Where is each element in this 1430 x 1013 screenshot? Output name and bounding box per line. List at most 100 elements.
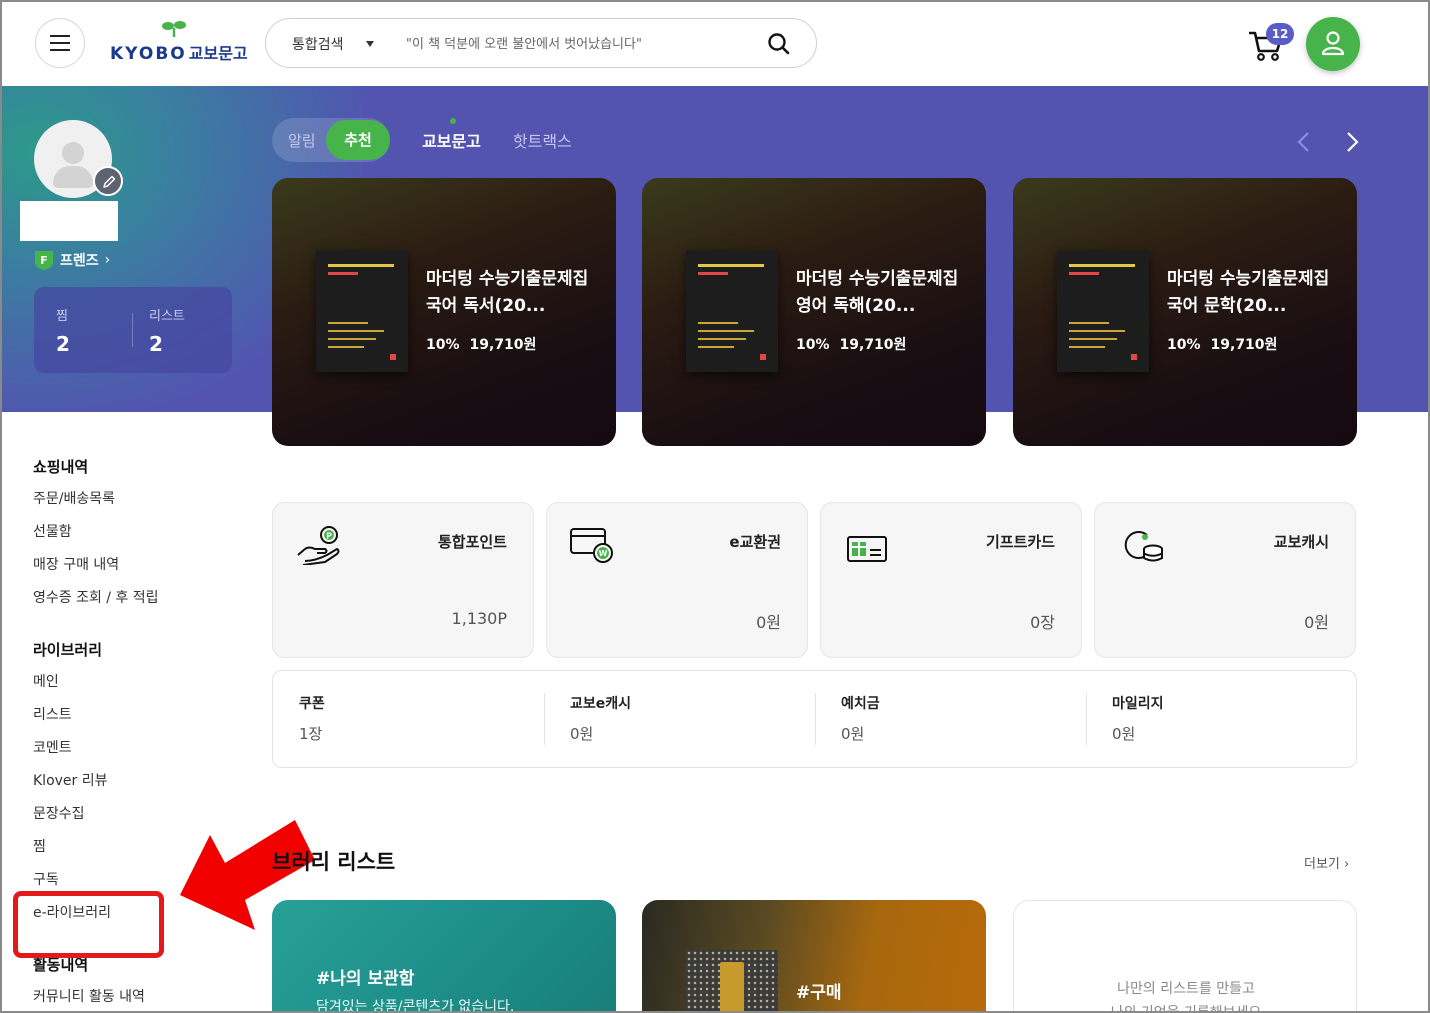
balance-coupon[interactable]: 쿠폰 1장	[299, 693, 325, 744]
asset-card-kyobo-cash[interactable]: 교보캐시 0원	[1094, 502, 1356, 658]
library-card-purchase[interactable]: #구매	[642, 900, 986, 1013]
tab-kyobo[interactable]: 교보문고	[422, 118, 481, 152]
asset-title: 교보캐시	[1273, 533, 1329, 551]
stat-label: 찜	[56, 309, 68, 324]
balance-title: 교보e캐시	[570, 696, 632, 712]
logo-text-ko: 교보문고	[188, 44, 248, 63]
sidebar-item-list[interactable]: 리스트	[33, 704, 233, 737]
book-title: 마더텅 수능기출문제집 국어 문학(20...	[1167, 269, 1330, 316]
balance-deposit[interactable]: 예치금 0원	[841, 693, 880, 744]
balance-mileage[interactable]: 마일리지 0원	[1112, 693, 1164, 744]
chevron-right-icon[interactable]	[1342, 130, 1362, 154]
search-category-select[interactable]: 통합검색	[292, 34, 344, 54]
sidebar-item-orders[interactable]: 주문/배송목록	[33, 488, 233, 521]
tab-recommend[interactable]: 추천	[326, 120, 390, 160]
balance-value: 0원	[1112, 725, 1136, 743]
menu-icon	[50, 35, 70, 37]
svg-text:W: W	[599, 549, 608, 558]
menu-button[interactable]	[35, 18, 85, 68]
balance-summary: 쿠폰 1장 교보e캐시 0원 예치금 0원 마일리지 0원	[272, 670, 1357, 768]
recommend-card[interactable]: 마더텅 수능기출문제집 국어 문학(20... 10% 19,710원	[1013, 178, 1357, 446]
recommend-tabs: 알림 추천 교보문고 핫트랙스	[272, 118, 572, 162]
sidebar-item-comments[interactable]: 코멘트	[33, 737, 233, 770]
grade-label: 프렌즈	[60, 253, 99, 269]
sidebar-item-community[interactable]: 커뮤니티 활동 내역	[33, 986, 233, 1013]
sidebar-item-receipts[interactable]: 영수증 조회 / 후 적립	[33, 587, 233, 620]
voucher-icon: W	[570, 528, 613, 563]
balance-value: 0원	[570, 725, 594, 743]
alert-recommend-toggle: 알림 추천	[272, 118, 390, 162]
stat-value: 2	[149, 332, 163, 356]
asset-card-e-voucher[interactable]: W e교환권 0원	[546, 502, 808, 658]
book-price: 10% 19,710원	[1167, 337, 1278, 353]
section-title-library: 라이브러리	[33, 641, 103, 659]
point-hand-icon: P	[297, 526, 340, 565]
balance-e-cash[interactable]: 교보e캐시 0원	[570, 693, 631, 744]
gift-card-icon	[847, 536, 887, 562]
my-account-button[interactable]	[1306, 17, 1360, 71]
sidebar-item-klover-review[interactable]: Klover 리뷰	[33, 770, 233, 803]
section-title-shopping: 쇼핑내역	[33, 458, 89, 476]
balance-title: 쿠폰	[299, 696, 325, 712]
sprout-logo-icon	[162, 21, 186, 37]
edit-profile-button[interactable]	[93, 166, 123, 196]
tab-hottracks[interactable]: 핫트랙스	[513, 128, 572, 152]
asset-value: 1,130P	[451, 609, 507, 628]
recommend-card[interactable]: 마더텅 수능기출문제집 국어 독서(20... 10% 19,710원	[272, 178, 616, 446]
user-icon	[1321, 31, 1345, 56]
stat-list[interactable]: 리스트 2	[149, 305, 185, 356]
svg-text:P: P	[326, 532, 332, 541]
book-cover	[316, 250, 408, 372]
balance-value: 1장	[299, 725, 323, 743]
chevron-right-icon: ›	[104, 252, 111, 268]
annotation-highlight-box	[13, 891, 164, 958]
asset-card-gift-card[interactable]: 기프트카드 0장	[820, 502, 1082, 658]
tab-alert[interactable]: 알림	[288, 130, 316, 151]
grade-shield-icon: F	[35, 251, 53, 270]
book-title: 마더텅 수능기출문제집 영어 독해(20...	[796, 269, 959, 316]
asset-title: 통합포인트	[437, 533, 507, 551]
more-link[interactable]: 더보기 ›	[1304, 853, 1349, 872]
search-icon[interactable]	[766, 31, 792, 57]
book-title: 마더텅 수능기출문제집 국어 독서(20...	[426, 269, 589, 316]
library-card-desc: 담겨있는 상품/콘텐츠가 없습니다.	[316, 999, 515, 1013]
asset-title: 기프트카드	[985, 533, 1055, 551]
book-price: 10% 19,710원	[796, 337, 907, 353]
caret-down-icon[interactable]	[366, 41, 374, 47]
book-cover	[686, 250, 778, 372]
sidebar-item-gifts[interactable]: 선물함	[33, 521, 233, 554]
chevron-right-icon: ›	[1344, 857, 1350, 872]
active-dot	[450, 118, 456, 124]
member-grade-link[interactable]: F 프렌즈 ›	[34, 249, 110, 271]
balance-value: 0원	[841, 725, 865, 743]
stat-value: 2	[56, 332, 70, 356]
library-card-my-storage[interactable]: #나의 보관함 담겨있는 상품/콘텐츠가 없습니다.	[272, 900, 616, 1013]
top-header: KYOBO 교보문고 통합검색 12	[2, 2, 1428, 86]
svg-text:F: F	[40, 254, 48, 267]
chevron-left-icon[interactable]	[1294, 130, 1314, 154]
create-list-text: 나만의 리스트를 만들고 나의 기억을 기록해보세요	[1110, 981, 1262, 1013]
balance-title: 마일리지	[1112, 696, 1164, 712]
asset-value: 0장	[1030, 613, 1055, 632]
search-input[interactable]	[406, 31, 756, 57]
logo-text-en: KYOBO	[110, 44, 187, 64]
library-card-tag: #나의 보관함	[316, 969, 415, 989]
library-card-tag: #구매	[796, 983, 842, 1003]
stat-label: 리스트	[149, 309, 185, 324]
recommend-card[interactable]: 마더텅 수능기출문제집 영어 독해(20... 10% 19,710원	[642, 178, 986, 446]
library-list-heading: 브러리 리스트	[272, 850, 396, 874]
profile-stats: 찜 2 리스트 2	[34, 287, 232, 373]
asset-card-points[interactable]: P 통합포인트 1,130P	[272, 502, 534, 658]
balance-title: 예치금	[841, 696, 880, 712]
coins-icon	[1124, 531, 1163, 562]
asset-value: 0원	[1304, 613, 1329, 632]
cart-count-badge: 12	[1266, 23, 1294, 45]
search-bar: 통합검색	[265, 18, 817, 68]
username-box	[20, 201, 118, 241]
sidebar-item-library-main[interactable]: 메인	[33, 671, 233, 704]
book-cover	[686, 950, 778, 1013]
sidebar-item-store-purchases[interactable]: 매장 구매 내역	[33, 554, 233, 587]
kyobo-logo[interactable]: KYOBO 교보문고	[110, 20, 248, 64]
stat-wishlist[interactable]: 찜 2	[56, 305, 70, 356]
library-card-create-list[interactable]: 나만의 리스트를 만들고 나의 기억을 기록해보세요	[1013, 900, 1357, 1013]
